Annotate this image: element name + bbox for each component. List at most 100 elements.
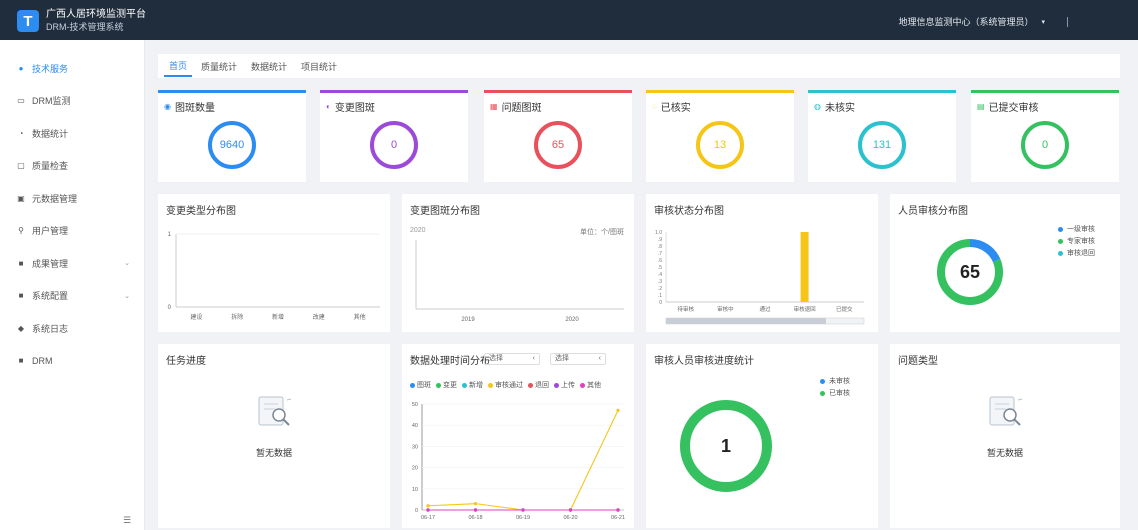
x-tick-label: 建设 bbox=[190, 313, 202, 321]
donut-center-label: 1 bbox=[721, 436, 731, 456]
data-point[interactable] bbox=[616, 408, 620, 412]
legend-swatch bbox=[1058, 226, 1063, 232]
stat-value: 13 bbox=[713, 139, 727, 151]
sidebar-item[interactable]: ■ DRM bbox=[0, 345, 144, 378]
tab[interactable]: 质量统计 bbox=[196, 57, 242, 76]
stat-label: 未核实 bbox=[824, 103, 855, 114]
y-tick-label: .5 bbox=[658, 265, 662, 271]
data-point[interactable] bbox=[426, 508, 430, 512]
stat-icon: ▦ bbox=[490, 102, 498, 111]
data-point[interactable] bbox=[521, 508, 525, 512]
stat-card[interactable]: ◍ 未核实 131 bbox=[808, 90, 956, 182]
top-bar: T 广西人居环境监测平台 DRM-技术管理系统 地理信息监测中心（系统管理员） … bbox=[0, 0, 1138, 40]
sidebar-item-label: 质量检查 bbox=[32, 161, 69, 172]
card-processing-time: 数据处理时间分布 选择 ‹ 选择 ‹ 图斑 变更 新增 审核通过 退回 上传 其他 0 10 2… bbox=[402, 344, 634, 528]
data-point[interactable] bbox=[426, 504, 430, 508]
chart-legend: 未审核已审核 bbox=[820, 376, 850, 400]
chart-icon: ◔ bbox=[18, 128, 24, 138]
sidebar-item-label: 数据统计 bbox=[32, 128, 69, 139]
legend-item[interactable]: 审核退回 bbox=[1058, 248, 1095, 260]
chart-scroll-thumb[interactable] bbox=[666, 318, 826, 324]
sidebar-item[interactable]: ▣ 元数据管理 bbox=[0, 182, 144, 215]
stat-value: 0 bbox=[1041, 139, 1049, 151]
tab[interactable]: 项目统计 bbox=[296, 57, 342, 76]
user-menu[interactable]: 地理信息监测中心（系统管理员） ▾ bbox=[898, 15, 1068, 28]
donut-center-label: 65 bbox=[960, 262, 980, 282]
stat-value: 0 bbox=[390, 139, 398, 151]
collapse-icon[interactable]: ☰ bbox=[123, 515, 131, 526]
sidebar-item[interactable]: ■ 系统配置 ⌄ bbox=[0, 280, 144, 313]
y-tick-label: .6 bbox=[658, 258, 662, 264]
empty-state: 暂无数据 bbox=[890, 344, 1120, 528]
sidebar-item[interactable]: ◆ 系统日志 bbox=[0, 312, 144, 345]
card-reviewer-distribution: 人员审核分布图 65 一级审核 专家审核 审核退回 bbox=[890, 194, 1120, 332]
data-point[interactable] bbox=[616, 508, 620, 512]
sidebar-item[interactable]: ▭ DRM监测 bbox=[0, 85, 144, 118]
sidebar-item[interactable]: ● 技术服务 bbox=[0, 52, 144, 85]
sidebar-item-label: 系统日志 bbox=[32, 323, 69, 334]
stat-title: ◍ 未核实 bbox=[814, 99, 855, 114]
app-title: 广西人居环境监测平台 bbox=[46, 9, 146, 20]
sidebar-item[interactable]: ▢ 质量检查 bbox=[0, 150, 144, 183]
stat-title: ◐ 变更图斑 bbox=[326, 99, 375, 114]
home-icon: ● bbox=[18, 63, 24, 73]
sidebar-item-label: 技术服务 bbox=[32, 63, 69, 74]
x-tick-label: 06-17 bbox=[421, 515, 435, 521]
card-reviewer-progress: 审核人员审核进度统计 1 未审核 已审核 bbox=[646, 344, 878, 528]
sidebar-item-label: 用户管理 bbox=[32, 226, 69, 237]
user-menu-label[interactable]: 地理信息监测中心（系统管理员） bbox=[898, 15, 1033, 28]
review-status-chart: 0.1.2.3.4.5.6.7.8.91.0 待审核 审核中 通过 审核退回 已提交 bbox=[655, 230, 865, 325]
tab[interactable]: 数据统计 bbox=[246, 57, 292, 76]
legend-label: 未审核 bbox=[829, 378, 850, 385]
stat-ring: 9640 bbox=[208, 121, 256, 169]
chart-legend: 一级审核 专家审核 审核退回 bbox=[1058, 224, 1095, 260]
sidebar: ● 技术服务 ▭ DRM监测 ◔ 数据统计 ▢ 质量检查 ▣ 元数据管理 ⚲ 用户管理 ■ 成果管理 ⌄ ■ 系… bbox=[0, 40, 145, 530]
stat-icon: ◌ bbox=[652, 102, 657, 111]
chevron-down-icon[interactable]: ▾ bbox=[1041, 18, 1045, 26]
y-tick-label: 0 bbox=[168, 305, 172, 311]
chevron-down-icon[interactable]: ⌄ bbox=[124, 259, 130, 267]
data-point[interactable] bbox=[473, 508, 478, 512]
reviewer-progress-donut: 1 bbox=[680, 400, 772, 492]
sidebar-item-label: DRM bbox=[32, 355, 53, 366]
stat-ring: 65 bbox=[534, 121, 582, 169]
sidebar-item[interactable]: ◔ 数据统计 bbox=[0, 117, 144, 150]
data-point[interactable] bbox=[568, 508, 573, 512]
app-logo[interactable]: T bbox=[17, 10, 39, 32]
x-tick-label: 06-18 bbox=[468, 515, 482, 521]
stat-title: ▤ 已提交审核 bbox=[977, 99, 1039, 114]
bar[interactable] bbox=[800, 232, 809, 302]
sidebar-item[interactable]: ■ 成果管理 ⌄ bbox=[0, 247, 144, 280]
doc-icon: ■ bbox=[18, 356, 24, 366]
legend-item[interactable]: 一级审核 bbox=[1058, 224, 1095, 236]
x-tick-label: 通过 bbox=[759, 305, 771, 313]
stat-card[interactable]: ▦ 问题图斑 65 bbox=[484, 90, 632, 182]
stat-card[interactable]: ▤ 已提交审核 0 bbox=[971, 90, 1119, 182]
tab[interactable]: 首页 bbox=[164, 56, 193, 77]
x-tick-label: 审核退回 bbox=[794, 305, 817, 313]
x-tick-label: 06-21 bbox=[611, 515, 625, 521]
sidebar-item-label: 成果管理 bbox=[32, 258, 69, 269]
stat-label: 变更图斑 bbox=[334, 103, 375, 114]
folder-icon: ■ bbox=[18, 258, 24, 268]
empty-text: 暂无数据 bbox=[986, 448, 1023, 458]
stat-card[interactable]: ◌ 已核实 13 bbox=[646, 90, 794, 182]
stat-ring: 13 bbox=[696, 121, 744, 169]
legend-item[interactable]: 已审核 bbox=[820, 388, 850, 400]
y-tick-label: 1 bbox=[168, 232, 172, 238]
x-tick-label: 新增 bbox=[272, 313, 284, 321]
monitor-icon: ▭ bbox=[17, 96, 25, 106]
tab-bar: 首页 质量统计 数据统计 项目统计 bbox=[158, 54, 1120, 78]
chevron-down-icon[interactable]: ⌄ bbox=[124, 292, 130, 300]
stat-ring: 131 bbox=[858, 121, 906, 169]
stat-title: ▦ 问题图斑 bbox=[490, 99, 542, 114]
sidebar-item[interactable]: ⚲ 用户管理 bbox=[0, 215, 144, 248]
data-point[interactable] bbox=[473, 502, 478, 506]
stat-label: 已核实 bbox=[660, 103, 691, 114]
stat-icon: ◉ bbox=[164, 102, 171, 111]
stat-card[interactable]: ◉ 图斑数量 9640 bbox=[158, 90, 306, 182]
stat-card[interactable]: ◐ 变更图斑 0 bbox=[320, 90, 468, 182]
legend-item[interactable]: 未审核 bbox=[820, 376, 850, 388]
legend-item[interactable]: 专家审核 bbox=[1058, 236, 1095, 248]
x-tick-label: 2019 bbox=[461, 317, 475, 323]
